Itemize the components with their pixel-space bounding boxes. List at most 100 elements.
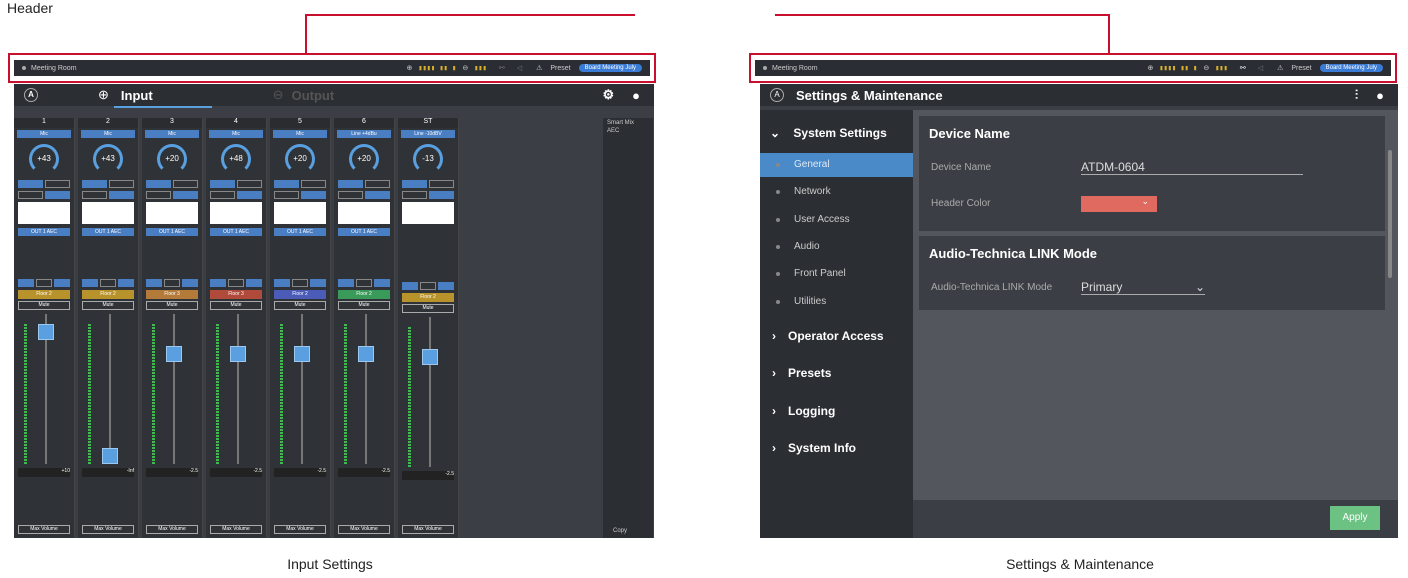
bus-2-button[interactable] xyxy=(164,279,180,287)
bus-2-button[interactable] xyxy=(228,279,244,287)
hpf-button[interactable] xyxy=(82,191,107,199)
sidebar-operator-access[interactable]: › Operator Access xyxy=(760,329,913,343)
eq-graph[interactable] xyxy=(338,202,390,224)
tab-input[interactable]: Input xyxy=(121,88,153,103)
hpf-button[interactable] xyxy=(338,191,363,199)
source-select[interactable]: Mic xyxy=(209,130,263,138)
floor-label[interactable]: Floor 2 xyxy=(82,290,134,299)
aec-select[interactable]: OUT 1 AEC xyxy=(18,228,70,236)
phantom-button[interactable] xyxy=(274,180,299,188)
gain-knob[interactable]: +20 xyxy=(349,144,379,174)
fader-cap[interactable] xyxy=(166,346,182,362)
hpf-button[interactable] xyxy=(402,191,427,199)
sidebar-system-info[interactable]: › System Info xyxy=(760,441,913,455)
hpf-button[interactable] xyxy=(18,191,43,199)
max-volume-button[interactable]: Max Volume xyxy=(210,525,262,534)
source-select[interactable]: Mic xyxy=(17,130,71,138)
scrollbar[interactable] xyxy=(1388,150,1392,278)
tab-output[interactable]: Output xyxy=(292,88,335,103)
user-icon[interactable]: ● xyxy=(1376,88,1384,103)
floor-label[interactable]: Floor 2 xyxy=(274,290,326,299)
warning-icon[interactable]: ⚠ xyxy=(1277,64,1283,72)
source-select[interactable]: Mic xyxy=(81,130,135,138)
bus-st-button[interactable] xyxy=(182,279,198,287)
mute-button[interactable]: Mute xyxy=(82,301,134,310)
mute-button[interactable]: Mute xyxy=(338,301,390,310)
sidebar-presets[interactable]: › Presets xyxy=(760,366,913,380)
header-color-select[interactable]: ⌄ xyxy=(1081,196,1157,212)
hpf-button[interactable] xyxy=(274,191,299,199)
fader-cap[interactable] xyxy=(102,448,118,464)
side-smart-mix[interactable]: Smart Mix xyxy=(603,118,653,128)
sidebar-logging[interactable]: › Logging xyxy=(760,404,913,418)
mute-button[interactable]: Mute xyxy=(146,301,198,310)
eq-graph[interactable] xyxy=(82,202,134,224)
preset-dropdown[interactable]: Board Meeting July xyxy=(578,64,642,72)
apply-button[interactable]: Apply xyxy=(1330,506,1380,530)
fader-cap[interactable] xyxy=(358,346,374,362)
fader-cap[interactable] xyxy=(422,349,438,365)
gain-knob[interactable]: +48 xyxy=(221,144,251,174)
sidebar-system-settings[interactable]: ⌄ System Settings xyxy=(760,126,913,140)
preset-dropdown[interactable]: Board Meeting July xyxy=(1319,64,1383,72)
max-volume-button[interactable]: Max Volume xyxy=(274,525,326,534)
aec-select[interactable]: OUT 1 AEC xyxy=(146,228,198,236)
phase-button[interactable] xyxy=(237,180,262,188)
phase-button[interactable] xyxy=(109,180,134,188)
bus-2-button[interactable] xyxy=(100,279,116,287)
sidebar-item-audio[interactable]: Audio xyxy=(760,235,913,259)
eq-graph[interactable] xyxy=(146,202,198,224)
phantom-button[interactable] xyxy=(402,180,427,188)
eq-graph[interactable] xyxy=(18,202,70,224)
sidebar-item-general[interactable]: General xyxy=(760,153,913,177)
aec-select[interactable]: OUT 1 AEC xyxy=(82,228,134,236)
source-select[interactable]: Line -10dBV xyxy=(401,130,455,138)
eq-graph[interactable] xyxy=(274,202,326,224)
floor-label[interactable]: Floor 2 xyxy=(338,290,390,299)
aec-select[interactable]: OUT 1 AEC xyxy=(338,228,390,236)
bus-1-button[interactable] xyxy=(146,279,162,287)
gain-knob[interactable]: +20 xyxy=(157,144,187,174)
bus-1-button[interactable] xyxy=(18,279,34,287)
bus-1-button[interactable] xyxy=(402,282,418,290)
mixer-icon[interactable]: ⫶ xyxy=(1355,87,1358,103)
bus-2-button[interactable] xyxy=(420,282,436,290)
phantom-button[interactable] xyxy=(338,180,363,188)
hpf-button[interactable] xyxy=(210,191,235,199)
sidebar-item-network[interactable]: Network xyxy=(760,180,913,204)
sidebar-item-user-access[interactable]: User Access xyxy=(760,208,913,232)
user-icon[interactable]: ● xyxy=(632,88,640,103)
phantom-button[interactable] xyxy=(146,180,171,188)
sidebar-item-front-panel[interactable]: Front Panel xyxy=(760,262,913,286)
gain-knob[interactable]: -13 xyxy=(413,144,443,174)
bus-2-button[interactable] xyxy=(36,279,52,287)
phase-button[interactable] xyxy=(429,180,454,188)
link-mode-select[interactable]: Primary ⌄ xyxy=(1081,280,1205,295)
source-select[interactable]: Mic xyxy=(145,130,199,138)
phantom-button[interactable] xyxy=(18,180,43,188)
warning-icon[interactable]: ⚠ xyxy=(536,64,542,72)
sidebar-item-utilities[interactable]: Utilities xyxy=(760,290,913,314)
eq-button[interactable] xyxy=(429,191,454,199)
hpf-button[interactable] xyxy=(146,191,171,199)
source-select[interactable]: Mic xyxy=(273,130,327,138)
eq-button[interactable] xyxy=(301,191,326,199)
max-volume-button[interactable]: Max Volume xyxy=(338,525,390,534)
bus-1-button[interactable] xyxy=(82,279,98,287)
max-volume-button[interactable]: Max Volume xyxy=(146,525,198,534)
floor-label[interactable]: Floor 2 xyxy=(18,290,70,299)
eq-button[interactable] xyxy=(45,191,70,199)
bus-st-button[interactable] xyxy=(54,279,70,287)
bus-2-button[interactable] xyxy=(292,279,308,287)
mute-button[interactable]: Mute xyxy=(18,301,70,310)
bus-1-button[interactable] xyxy=(210,279,226,287)
bus-2-button[interactable] xyxy=(356,279,372,287)
eq-button[interactable] xyxy=(109,191,134,199)
phase-button[interactable] xyxy=(301,180,326,188)
max-volume-button[interactable]: Max Volume xyxy=(18,525,70,534)
floor-label[interactable]: Floor 3 xyxy=(146,290,198,299)
max-volume-button[interactable]: Max Volume xyxy=(82,525,134,534)
eq-graph[interactable] xyxy=(402,202,454,224)
fader-cap[interactable] xyxy=(294,346,310,362)
copy-button[interactable]: Copy xyxy=(613,528,627,534)
